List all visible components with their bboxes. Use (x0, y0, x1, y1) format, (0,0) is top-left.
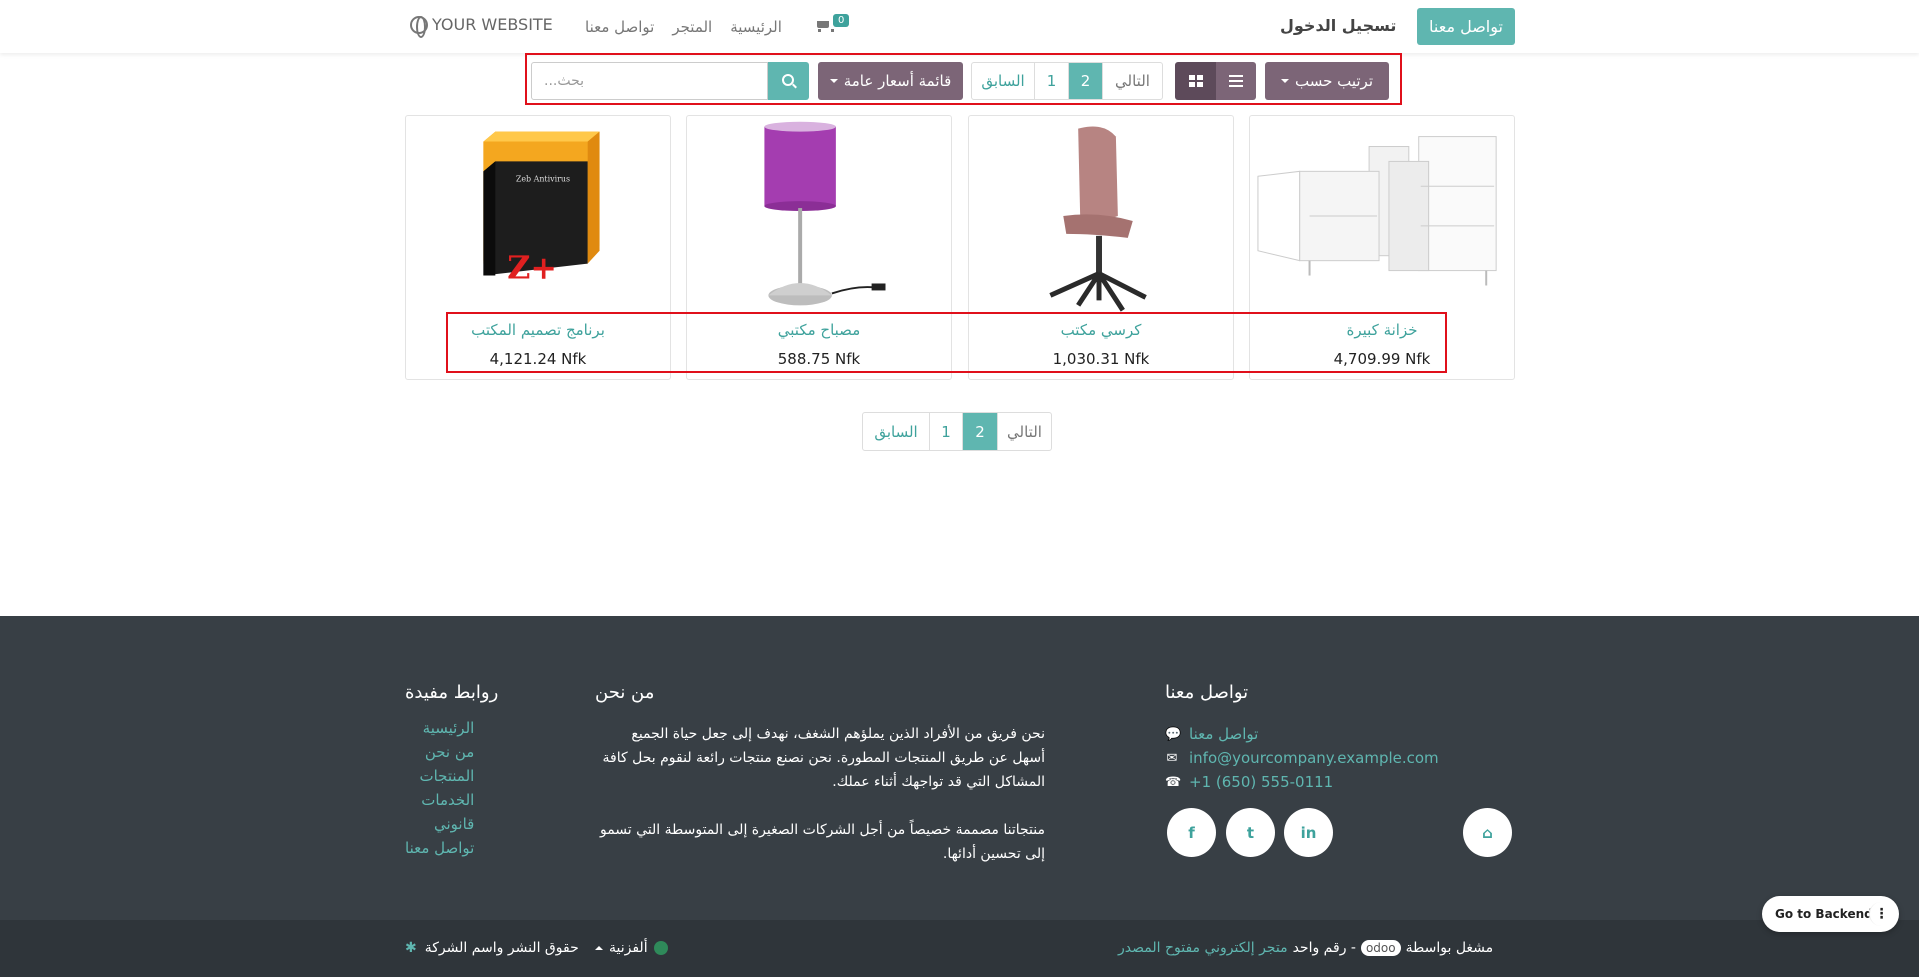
nav-item-home[interactable]: الرئيسية (730, 18, 782, 36)
footer-links: الرئيسية من نحن المنتجات الخدمات قانوني … (405, 716, 474, 860)
pager-top: السابق 1 2 التالي (971, 62, 1163, 100)
footer-link-products[interactable]: المنتجات (405, 764, 474, 788)
about-paragraph-2: منتجاتنا مصممة خصيصاً من أجل الشركات الص… (599, 822, 1045, 862)
footer-links-title: روابط مفيدة (405, 682, 499, 703)
cart-count-badge: 0 (833, 14, 850, 27)
sort-label: ترتيب حسب (1294, 72, 1374, 90)
pager-next[interactable]: التالي (1102, 63, 1162, 99)
powered-by: مشغل بواسطة odoo - رقم واحد متجر إلكترون… (1118, 940, 1493, 956)
ecommerce-link[interactable]: متجر إلكتروني مفتوح المصدر (1118, 940, 1288, 956)
grid-view-button[interactable] (1175, 62, 1216, 100)
footer-link-legal[interactable]: قانوني (405, 812, 474, 836)
comment-icon: 💬 (1165, 726, 1182, 742)
phone-icon: ☎ (1165, 774, 1182, 790)
phone-link[interactable]: +1 (650) 555-0111 (1189, 773, 1333, 791)
language-label: ألفزنية (609, 940, 648, 956)
products-highlight-frame (446, 312, 1447, 373)
grid-icon (1188, 75, 1203, 87)
caret-down-icon (829, 79, 838, 83)
copyright: حقوق النشر واسم الشركة ✱ (405, 940, 579, 956)
footer-about-text: نحن فريق من الأفراد الذين يملؤهم الشغف، … (595, 722, 1045, 890)
facebook-icon[interactable]: f (1167, 808, 1216, 857)
pager-prev[interactable]: السابق (863, 413, 929, 450)
contact-link[interactable]: تواصل معنا (1189, 725, 1258, 743)
envelope-icon: ✉ (1166, 750, 1178, 766)
pager-bottom: السابق 1 2 التالي (862, 412, 1052, 451)
pricelist-label: قائمة أسعار عامة (843, 72, 952, 90)
powered-by-text: مشغل بواسطة (1405, 940, 1494, 956)
email-link[interactable]: info@yourcompany.example.com (1189, 749, 1439, 767)
caret-down-icon (1280, 79, 1289, 83)
powered-dash-text: - رقم واحد (1292, 940, 1356, 956)
copyright-text: حقوق النشر واسم الشركة (424, 940, 579, 956)
footer-contact-list: 💬 تواصل معنا ✉ info@yourcompany.example.co… (1165, 722, 1439, 794)
pager-page-1[interactable]: 1 (1034, 63, 1068, 99)
footer-contact-title: تواصل معنا (1165, 682, 1249, 703)
svg-text:Z+: Z+ (507, 250, 557, 287)
twitter-icon[interactable]: t (1226, 808, 1275, 857)
linkedin-icon[interactable]: in (1284, 808, 1333, 857)
sort-dropdown[interactable]: ترتيب حسب (1265, 62, 1389, 100)
odoo-logo[interactable]: odoo (1360, 940, 1401, 956)
main-nav: الرئيسية المتجر تواصل معنا (585, 18, 782, 36)
phone-row[interactable]: ☎ +1 (650) 555-0111 (1165, 770, 1439, 794)
signin-link[interactable]: تسجيل الدخول (1280, 16, 1396, 35)
nav-item-shop[interactable]: المتجر (672, 18, 712, 36)
go-to-backend-button[interactable]: Go to Backend ⋮ (1762, 896, 1899, 932)
nav-item-contact[interactable]: تواصل معنا (585, 18, 654, 36)
language-selector[interactable]: ألفزنية (595, 940, 668, 956)
about-paragraph-1: نحن فريق من الأفراد الذين يملؤهم الشغف، … (602, 726, 1045, 790)
subfooter: حقوق النشر واسم الشركة ✱ ألفزنية مشغل بو… (0, 920, 1919, 977)
pager-next[interactable]: التالي (997, 413, 1051, 450)
list-view-button[interactable] (1216, 62, 1256, 100)
contact-us-button[interactable]: تواصل معنا (1417, 8, 1515, 45)
cart-icon (815, 19, 834, 33)
desk-lamp-image (764, 121, 886, 306)
footer-link-services[interactable]: الخدمات (405, 788, 474, 812)
contact-row[interactable]: 💬 تواصل معنا (1165, 722, 1439, 746)
footer-link-contact[interactable]: تواصل معنا (405, 836, 474, 860)
search-button[interactable] (768, 62, 809, 100)
software-box-image: Zeb Antivirus Z+ (483, 131, 600, 287)
flag-icon (653, 941, 668, 955)
footer-about-title: من نحن (595, 682, 655, 703)
pager-page-1[interactable]: 1 (929, 413, 962, 450)
cabinet-image (1257, 136, 1497, 286)
brand-name: YOUR WEBSITE (432, 15, 553, 34)
footer-link-about[interactable]: من نحن (405, 740, 475, 764)
search-icon (781, 74, 794, 86)
pager-page-2[interactable]: 2 (962, 413, 997, 450)
box-label: Zeb Antivirus (516, 174, 570, 183)
list-icon (1229, 75, 1243, 87)
footer: روابط مفيدة الرئيسية من نحن المنتجات الخ… (0, 616, 1919, 920)
bug-icon: ✱ (405, 940, 417, 956)
pricelist-dropdown[interactable]: قائمة أسعار عامة (818, 62, 963, 100)
footer-link-home[interactable]: الرئيسية (405, 716, 475, 740)
email-row[interactable]: ✉ info@yourcompany.example.com (1165, 746, 1439, 770)
top-navbar: YOUR WEBSITE الرئيسية المتجر تواصل معنا … (0, 0, 1919, 53)
office-chair-image (1049, 126, 1147, 312)
search-input[interactable]: بحث... (531, 62, 768, 100)
caret-up-icon (595, 946, 603, 950)
cart-link[interactable]: 0 (815, 14, 850, 33)
globe-icon (410, 15, 428, 38)
backend-label: Go to Backend (1775, 907, 1873, 921)
home-icon[interactable]: ⌂ (1463, 808, 1512, 857)
brand-logo[interactable]: YOUR WEBSITE (410, 15, 553, 38)
pager-page-2[interactable]: 2 (1068, 63, 1102, 99)
pager-prev[interactable]: السابق (972, 63, 1034, 99)
more-options-icon[interactable]: ⋮ (1869, 902, 1893, 926)
